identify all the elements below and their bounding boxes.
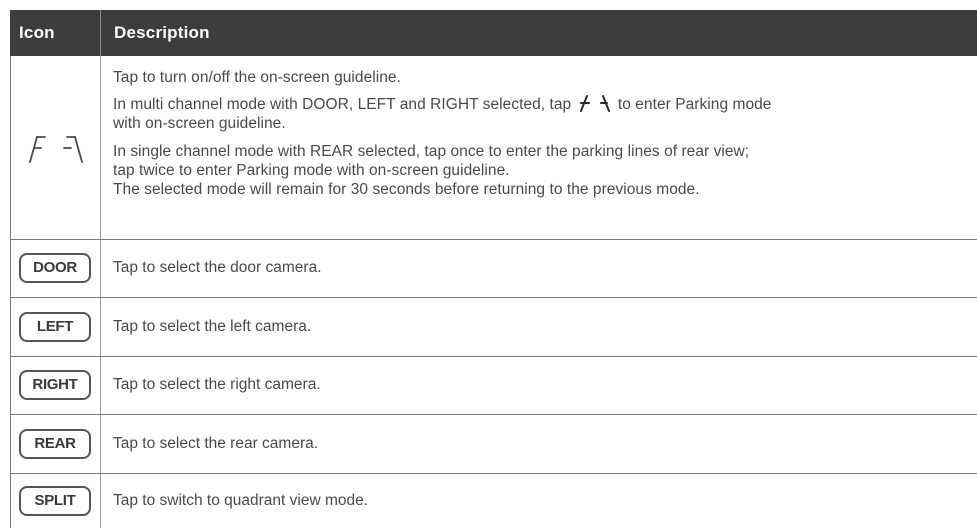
left-button[interactable]: LEFT [19, 312, 91, 342]
column-divider [100, 298, 101, 356]
guideline-line-2: In multi channel mode with DOOR, LEFT an… [113, 94, 771, 114]
guideline-line-2c: with on-screen guideline. [113, 115, 286, 132]
table-row-left: LEFT Tap to select the left camera. [10, 298, 977, 357]
left-description: Tap to select the left camera. [113, 318, 312, 335]
rear-button[interactable]: REAR [19, 429, 91, 459]
guideline-description: Tap to turn on/off the on-screen guideli… [113, 68, 771, 199]
right-description: Tap to select the right camera. [113, 376, 321, 393]
column-divider [100, 240, 101, 297]
column-divider [100, 357, 101, 414]
table-row-split: SPLIT Tap to switch to quadrant view mod… [10, 474, 977, 528]
guideline-icon [29, 136, 83, 163]
door-button[interactable]: DOOR [19, 253, 91, 283]
guideline-line-2-start: In multi channel mode with DOOR, LEFT an… [113, 96, 572, 113]
door-description: Tap to select the door camera. [113, 259, 322, 276]
guideline-line-3: In single channel mode with REAR selecte… [113, 143, 750, 160]
table-row-rear: REAR Tap to select the rear camera. [10, 415, 977, 474]
table-header: Icon Description [10, 10, 977, 56]
rear-description: Tap to select the rear camera. [113, 435, 319, 452]
split-description: Tap to switch to quadrant view mode. [113, 492, 369, 509]
header-divider [100, 10, 101, 56]
icon-table: Icon Description Tap to turn on/off the … [10, 10, 977, 528]
guideline-line-2-end: to enter Parking mode [617, 96, 772, 113]
column-divider [100, 415, 101, 473]
header-description-label: Description [114, 23, 210, 42]
guideline-inline-icon [579, 95, 610, 112]
table-row-door: DOOR Tap to select the door camera. [10, 240, 977, 298]
split-button[interactable]: SPLIT [19, 486, 91, 516]
guideline-line-1: Tap to turn on/off the on-screen guideli… [113, 69, 401, 86]
column-divider [100, 474, 101, 528]
right-button[interactable]: RIGHT [19, 370, 91, 400]
guideline-line-3c: The selected mode will remain for 30 sec… [113, 181, 700, 198]
table-row-right: RIGHT Tap to select the right camera. [10, 357, 977, 415]
header-icon-label: Icon [19, 23, 55, 42]
guideline-line-3b: tap twice to enter Parking mode with on-… [113, 162, 510, 179]
column-divider [100, 56, 101, 239]
table-row-guideline: Tap to turn on/off the on-screen guideli… [10, 56, 977, 240]
